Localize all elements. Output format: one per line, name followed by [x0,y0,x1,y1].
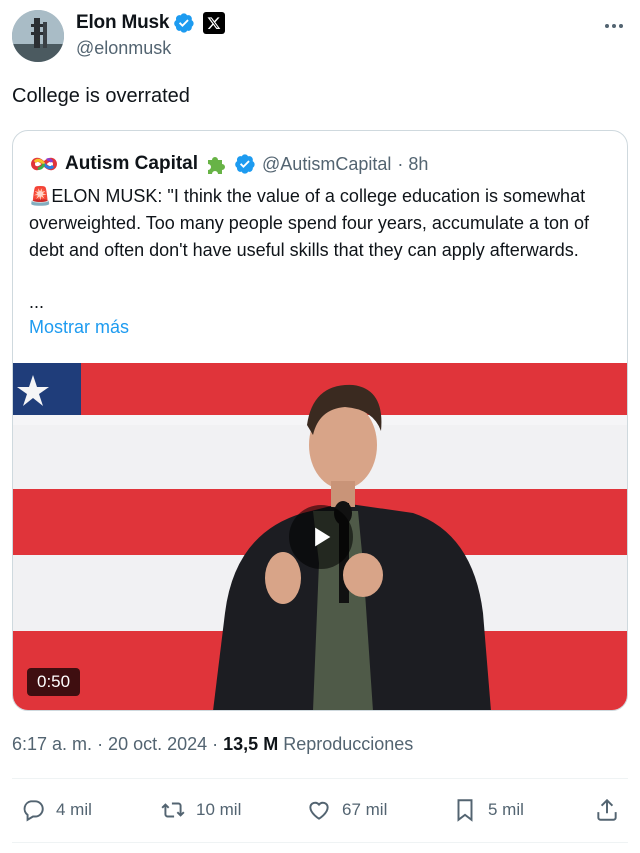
post-date[interactable]: · 20 oct. 2024 · [97,734,218,754]
views-label: Reproducciones [283,734,414,754]
repost-button[interactable]: 10 mil [160,790,241,830]
bookmark-count: 5 mil [488,800,524,819]
video-duration: 0:50 [27,668,81,696]
verified-badge-icon [235,154,255,174]
divider [12,842,628,843]
more-dots-icon[interactable] [602,14,626,38]
like-button[interactable]: 67 mil [306,790,387,830]
rainbow-infinity-avatar-icon [29,149,59,179]
quote-ellipsis: ... [29,292,45,312]
reply-count: 4 mil [56,800,92,819]
quote-time[interactable]: · 8h [397,154,428,175]
reply-button[interactable]: 4 mil [20,790,92,830]
post-meta: 6:17 a. m. · 20 oct. 2024 · 13,5 M Repro… [12,734,413,755]
author-handle[interactable]: @elonmusk [76,38,171,59]
verified-badge-icon [174,13,194,33]
play-button[interactable] [289,505,353,569]
repost-count: 10 mil [196,800,242,819]
avatar-image [12,10,64,62]
quote-author-name[interactable]: Autism Capital [65,153,198,175]
post-header: Elon Musk @elonmusk [12,10,628,66]
x-logo-icon [203,12,226,34]
quote-author-handle[interactable]: @AutismCapital [262,154,391,175]
action-bar: 4 mil 10 mil 67 mil 5 mil [12,790,628,830]
repost-icon [161,802,185,818]
post-time[interactable]: 6:17 a. m. [12,734,92,754]
quote-header: Autism Capital @AutismCapital · 8h [29,149,428,179]
quote-text: 🚨ELON MUSK: "I think the value of a coll… [29,186,590,260]
bookmark-icon [457,799,473,822]
bookmark-button[interactable]: 5 mil [452,790,524,830]
puzzle-piece-icon [208,157,226,174]
reply-icon [23,800,44,822]
avatar[interactable] [12,10,64,62]
quoted-post[interactable]: Autism Capital @AutismCapital · 8h 🚨ELON… [12,130,628,711]
video-player[interactable]: 0:50 [13,363,627,710]
author-name-row: Elon Musk [76,12,226,34]
author-name[interactable]: Elon Musk [76,12,169,34]
share-icon [597,798,617,821]
like-count: 67 mil [342,800,388,819]
play-icon [315,527,331,547]
post-text: College is overrated [12,85,190,107]
view-count: 13,5 M [223,734,279,754]
share-button[interactable] [594,790,620,830]
heart-icon [309,801,329,820]
show-more-link[interactable]: Mostrar más [29,317,129,338]
divider [12,778,628,779]
